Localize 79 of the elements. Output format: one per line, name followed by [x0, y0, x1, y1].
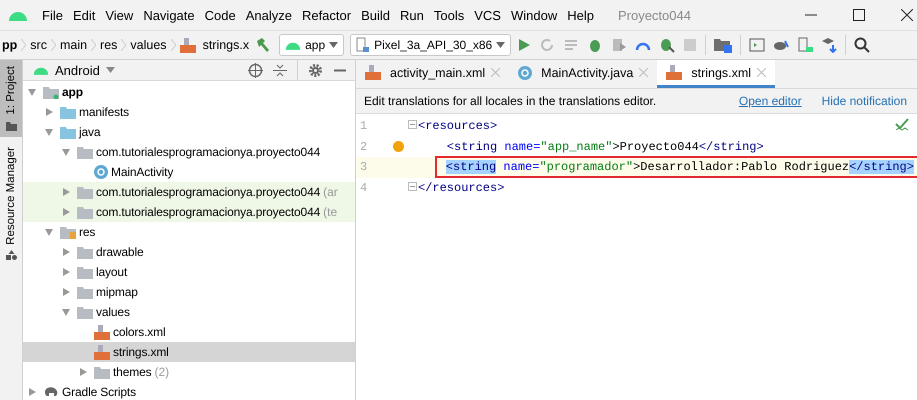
tree-item[interactable]: com.tutorialesprogramacionya.proyecto044 (ar [23, 182, 355, 202]
menu-item[interactable]: Refactor [302, 8, 352, 22]
tree-label: values [96, 305, 130, 319]
tree-label: drawable [96, 245, 144, 259]
line-number: 2 [359, 140, 368, 154]
tree-item[interactable]: java [23, 122, 355, 142]
tree-label: com.tutorialesprogramacionya.proyecto044 [96, 185, 320, 199]
line-number: 4 [359, 180, 368, 195]
side-tab[interactable]: 1: Project [0, 60, 22, 137]
tree-item[interactable]: strings.xml [23, 342, 355, 362]
tree-item[interactable]: themes (2) [23, 362, 355, 382]
editor-tab[interactable]: strings.xml [657, 60, 776, 88]
tree-label: com.tutorialesprogramacionya.proyecto044 [96, 205, 320, 219]
tree-item[interactable]: values [23, 302, 355, 322]
tree-label: themes [113, 365, 152, 379]
tree-label: app [62, 85, 83, 99]
breadcrumb[interactable]: values [130, 38, 167, 52]
tree-item[interactable]: com.tutorialesprogramacionya.proyecto044 (te [23, 202, 355, 222]
menu-item[interactable]: Build [361, 8, 390, 22]
tree-label: com.tutorialesprogramacionya.proyecto044 [96, 145, 320, 159]
tree-item[interactable]: res [23, 222, 355, 242]
menu-item[interactable]: Run [400, 8, 424, 22]
run-config-dropdown[interactable]: app [279, 34, 344, 56]
breadcrumb[interactable]: src [30, 38, 47, 52]
side-tab-label: Resource Manager [5, 146, 17, 244]
editor-tab[interactable]: activity_main.xml [356, 60, 510, 88]
menu-item[interactable]: Tools [434, 8, 464, 22]
notification-link[interactable]: Hide notification [822, 94, 907, 108]
menu-item[interactable]: Navigate [143, 8, 195, 22]
menu-item[interactable]: Code [204, 8, 236, 22]
code-line: <string name="programador">Desarrollador:Pablo Rodriguez</string> [446, 160, 914, 174]
breadcrumb[interactable]: strings.x [202, 38, 250, 52]
tree-label: manifests [79, 105, 130, 119]
tree-label: mipmap [96, 285, 138, 299]
line-number: 1 [359, 119, 368, 134]
side-tab[interactable]: Resource Manager [0, 140, 22, 266]
menu-item[interactable]: Edit [72, 8, 96, 22]
tree-item[interactable]: MainActivity [23, 162, 355, 182]
menu-item[interactable]: File [42, 8, 63, 22]
tree-suffix: (ar [323, 185, 338, 199]
code-line: <resources> [418, 119, 498, 134]
breadcrumb[interactable]: main [60, 38, 88, 52]
menu-item[interactable]: Window [510, 8, 558, 22]
breadcrumb[interactable]: pp [2, 38, 18, 52]
view-selector[interactable]: Android [55, 62, 100, 78]
notification-text: Edit translations for all locales in the translations editor. [364, 94, 656, 108]
tree-item[interactable]: manifests [23, 102, 355, 122]
tree-label: strings.xml [113, 345, 169, 359]
tree-item[interactable]: Gradle Scripts [23, 382, 355, 400]
tab-label: MainActivity.java [541, 66, 634, 80]
tree-label: java [79, 125, 100, 139]
code-line: <string name="app_name">Proyecto044</string> [446, 140, 764, 154]
editor-tab[interactable]: MainActivity.java [509, 60, 658, 88]
tree-item[interactable]: com.tutorialesprogramacionya.proyecto044 [23, 142, 355, 162]
tree-label: layout [96, 265, 128, 279]
tree-label: res [79, 225, 96, 239]
menu-item[interactable]: Help [567, 8, 594, 22]
tree-label: MainActivity [111, 165, 174, 179]
tree-suffix: (2) [154, 365, 170, 379]
tree-item[interactable]: app [23, 82, 355, 102]
tree-suffix: (te [323, 205, 338, 219]
breadcrumb[interactable]: res [100, 38, 118, 52]
tab-label: activity_main.xml [390, 66, 486, 80]
notification-link[interactable]: Open editor [738, 94, 802, 108]
tree-item[interactable]: layout [23, 262, 355, 282]
menu-item[interactable]: View [105, 8, 134, 22]
side-tab-label: 1: Project [5, 66, 17, 115]
tab-label: strings.xml [691, 66, 752, 80]
menu-item[interactable]: Analyze [246, 8, 292, 22]
tree-label: Gradle Scripts [62, 385, 136, 399]
tree-label: colors.xml [113, 325, 166, 339]
tree-item[interactable]: colors.xml [23, 322, 355, 342]
line-number: 3 [359, 160, 368, 174]
window-title: Proyecto044 [618, 8, 691, 22]
code-line: </resources> [418, 180, 504, 195]
device-dropdown[interactable]: Pixel_3a_API_30_x86 [350, 34, 512, 56]
tree-item[interactable]: mipmap [23, 282, 355, 302]
tree-item[interactable]: drawable [23, 242, 355, 262]
menu-item[interactable]: VCS [474, 8, 501, 22]
